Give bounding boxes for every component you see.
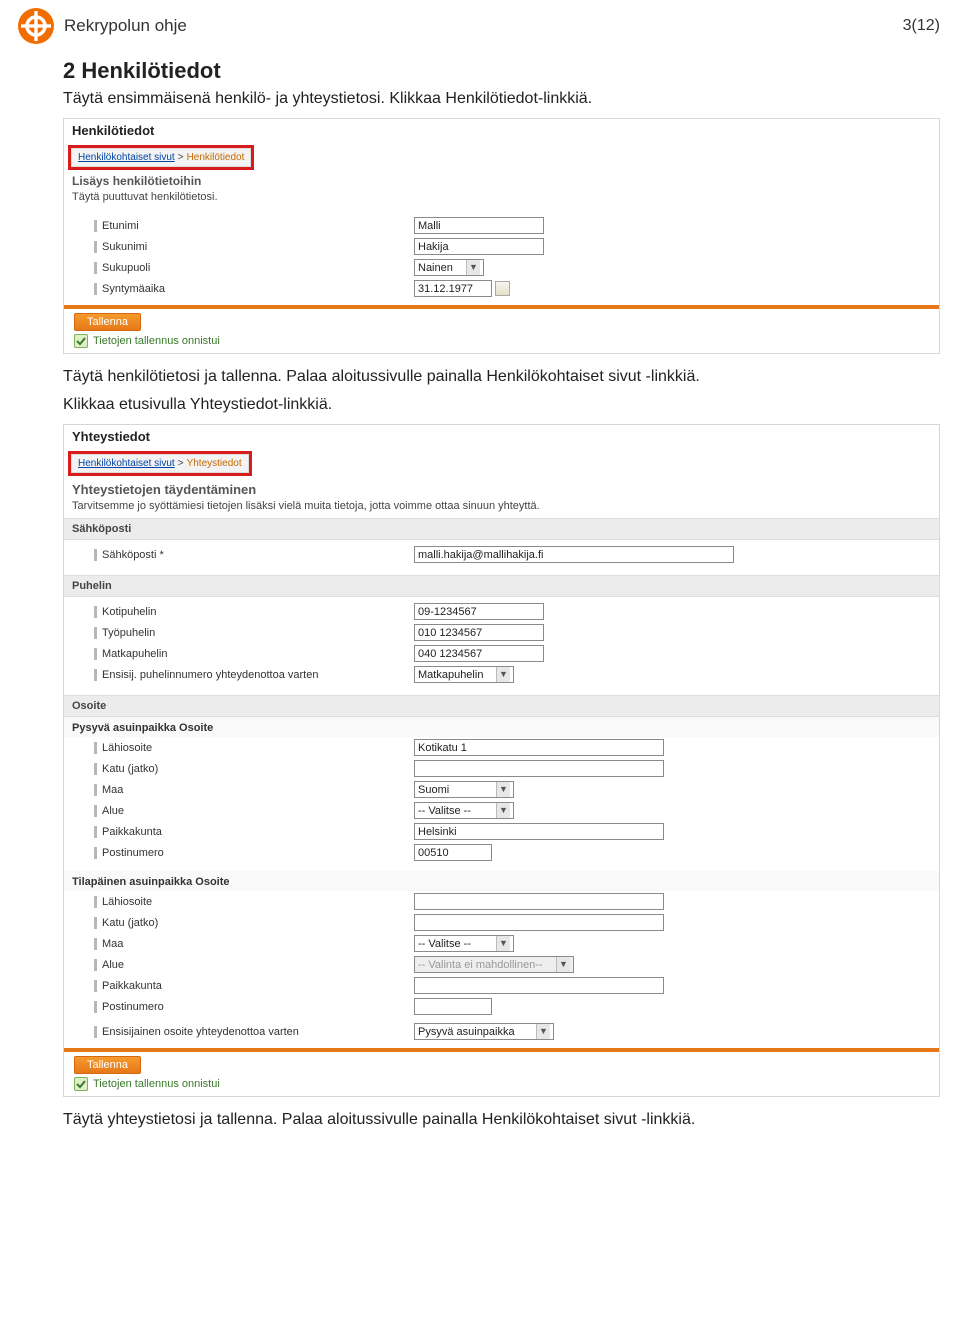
ss1-title: Henkilötiedot xyxy=(64,119,939,141)
ss1-subtitle: Lisäys henkilötietoihin xyxy=(64,170,939,189)
chevron-down-icon: ▼ xyxy=(496,803,510,818)
breadcrumb-current: Yhteystiedot xyxy=(187,458,242,469)
input-city[interactable] xyxy=(414,823,664,840)
label-dob: Syntymäaika xyxy=(102,283,165,295)
select-region[interactable]: -- Valitse -- ▼ xyxy=(414,802,514,819)
op-logo-icon xyxy=(18,8,54,44)
label-primary-phone: Ensisij. puhelinnumero yhteydenottoa var… xyxy=(102,669,318,681)
breadcrumb-link[interactable]: Henkilökohtaiset sivut xyxy=(78,152,175,163)
success-icon xyxy=(74,334,88,348)
input-firstname[interactable] xyxy=(414,217,544,234)
input-mobile-phone[interactable] xyxy=(414,645,544,662)
label-country: Maa xyxy=(102,784,123,796)
chevron-down-icon: ▼ xyxy=(466,260,480,275)
select-t-region: -- Valinta ei mahdollinen-- ▼ xyxy=(414,956,574,973)
label-t-postal: Postinumero xyxy=(102,1001,164,1013)
input-home-phone[interactable] xyxy=(414,603,544,620)
calendar-icon[interactable] xyxy=(495,281,510,296)
save-button[interactable]: Tallenna xyxy=(74,313,141,331)
ss2-note: Tarvitsemme jo syöttämiesi tietojen lisä… xyxy=(64,498,939,518)
label-t-street: Lähiosoite xyxy=(102,896,152,908)
screenshot-yhteystiedot: Yhteystiedot Henkilökohtaiset sivut>Yhte… xyxy=(63,424,940,1097)
select-gender[interactable]: Nainen ▼ xyxy=(414,259,484,276)
screenshot-henkilotiedot: Henkilötiedot Henkilökohtaiset sivut>Hen… xyxy=(63,118,940,354)
input-postal[interactable] xyxy=(414,844,492,861)
chevron-down-icon: ▼ xyxy=(496,936,510,951)
body-p3: Klikkaa etusivulla Yhteystiedot-linkkiä. xyxy=(63,396,940,414)
label-gender: Sukupuoli xyxy=(102,262,150,274)
breadcrumb-link[interactable]: Henkilökohtaiset sivut xyxy=(78,458,175,469)
success-icon xyxy=(74,1077,88,1091)
section-heading: 2 Henkilötiedot xyxy=(63,58,940,84)
label-primary-address: Ensisijainen osoite yhteydenottoa varten xyxy=(102,1026,299,1038)
label-email: Sähköposti * xyxy=(102,549,164,561)
label-home-phone: Kotipuhelin xyxy=(102,606,156,618)
label-t-street2: Katu (jatko) xyxy=(102,917,158,929)
label-region: Alue xyxy=(102,805,124,817)
input-street2[interactable] xyxy=(414,760,664,777)
section-email: Sähköposti xyxy=(64,518,939,540)
ss2-subtitle: Yhteystietojen täydentäminen xyxy=(64,476,939,498)
save-status: Tietojen tallennus onnistui xyxy=(93,1078,220,1090)
breadcrumb-current: Henkilötiedot xyxy=(187,152,245,163)
page-number: 3(12) xyxy=(903,17,940,35)
label-street2: Katu (jatko) xyxy=(102,763,158,775)
section-phone: Puhelin xyxy=(64,575,939,597)
label-t-city: Paikkakunta xyxy=(102,980,162,992)
temp-address-title: Tilapäinen asuinpaikka Osoite xyxy=(64,871,939,891)
body-p1: Täytä ensimmäisenä henkilö- ja yhteystie… xyxy=(63,90,940,108)
input-lastname[interactable] xyxy=(414,238,544,255)
body-p4: Täytä yhteystietosi ja tallenna. Palaa a… xyxy=(63,1111,940,1129)
label-city: Paikkakunta xyxy=(102,826,162,838)
perm-address-title: Pysyvä asuinpaikka Osoite xyxy=(64,717,939,737)
input-street[interactable] xyxy=(414,739,664,756)
label-t-country: Maa xyxy=(102,938,123,950)
chevron-down-icon: ▼ xyxy=(496,667,510,682)
save-status: Tietojen tallennus onnistui xyxy=(93,335,220,347)
label-work-phone: Työpuhelin xyxy=(102,627,155,639)
body-p2: Täytä henkilötietosi ja tallenna. Palaa … xyxy=(63,368,940,386)
input-t-street[interactable] xyxy=(414,893,664,910)
chevron-down-icon: ▼ xyxy=(556,957,570,972)
input-dob[interactable] xyxy=(414,280,492,297)
chevron-down-icon: ▼ xyxy=(496,782,510,797)
input-t-postal[interactable] xyxy=(414,998,492,1015)
save-button[interactable]: Tallenna xyxy=(74,1056,141,1074)
highlight-box: Henkilökohtaiset sivut>Henkilötiedot xyxy=(68,145,254,170)
section-address: Osoite xyxy=(64,695,939,717)
ss2-title: Yhteystiedot xyxy=(64,425,939,447)
doc-title: Rekrypolun ohje xyxy=(64,16,903,36)
label-mobile-phone: Matkapuhelin xyxy=(102,648,167,660)
input-work-phone[interactable] xyxy=(414,624,544,641)
label-lastname: Sukunimi xyxy=(102,241,147,253)
label-postal: Postinumero xyxy=(102,847,164,859)
chevron-down-icon: ▼ xyxy=(536,1024,550,1039)
select-t-country[interactable]: -- Valitse -- ▼ xyxy=(414,935,514,952)
breadcrumb: Henkilökohtaiset sivut>Henkilötiedot xyxy=(71,148,251,167)
label-firstname: Etunimi xyxy=(102,220,139,232)
label-street: Lähiosoite xyxy=(102,742,152,754)
select-primary-phone[interactable]: Matkapuhelin ▼ xyxy=(414,666,514,683)
breadcrumb: Henkilökohtaiset sivut>Yhteystiedot xyxy=(71,454,249,473)
highlight-box: Henkilökohtaiset sivut>Yhteystiedot xyxy=(68,451,252,476)
select-country[interactable]: Suomi ▼ xyxy=(414,781,514,798)
input-email[interactable] xyxy=(414,546,734,563)
input-t-city[interactable] xyxy=(414,977,664,994)
select-primary-address[interactable]: Pysyvä asuinpaikka ▼ xyxy=(414,1023,554,1040)
ss1-note: Täytä puuttuvat henkilötietosi. xyxy=(64,189,939,209)
input-t-street2[interactable] xyxy=(414,914,664,931)
label-t-region: Alue xyxy=(102,959,124,971)
